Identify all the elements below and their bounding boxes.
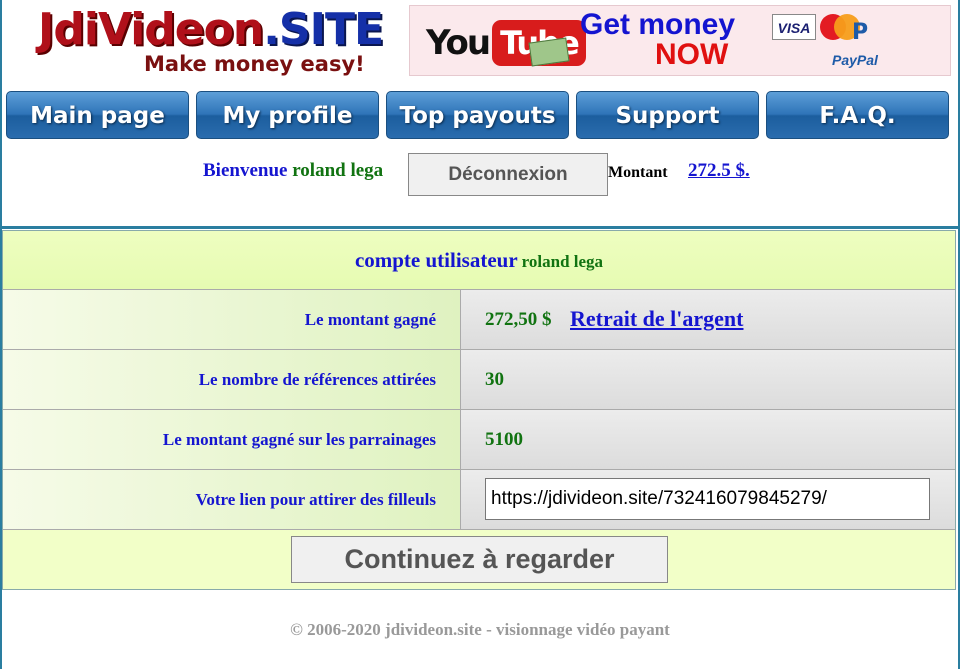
footer-copyright: © 2006-2020 jdivideon.site - visionnage … — [290, 620, 670, 639]
referral-earnings: 5100 — [485, 429, 523, 450]
continue-watching-button[interactable]: Continuez à regarder — [291, 536, 668, 583]
nav-main-page[interactable]: Main page — [6, 91, 189, 139]
site-logo[interactable]: JdiVideon.SITE Make money easy! — [36, 4, 384, 82]
banner-headline: Get money — [580, 8, 736, 41]
table-row: Le montant gagné sur les parrainages 510… — [3, 410, 955, 470]
row-label: Le montant gagné — [3, 290, 461, 349]
logo-title: JdiVideon.SITE — [38, 4, 384, 55]
referrals-count: 30 — [485, 369, 504, 390]
account-header: compte utilisateur roland lega — [3, 231, 955, 290]
row-label: Votre lien pour attirer des filleuls — [3, 470, 461, 529]
welcome-username: roland lega — [292, 160, 384, 181]
row-label: Le nombre de références attirées — [3, 350, 461, 409]
nav-top-payouts[interactable]: Top payouts — [386, 91, 569, 139]
referral-link-field[interactable] — [485, 478, 930, 520]
account-panel: compte utilisateur roland lega Le montan… — [2, 230, 956, 590]
table-row: Le montant gagné 272,50 $ Retrait de l'a… — [3, 290, 955, 350]
logout-button[interactable]: Déconnexion — [408, 153, 608, 196]
row-label: Le montant gagné sur les parrainages — [3, 410, 461, 469]
banner-headline-emphasis: NOW — [655, 38, 729, 71]
nav-support[interactable]: Support — [576, 91, 759, 139]
welcome-text: Bienvenue roland lega — [203, 160, 384, 181]
nav-my-profile[interactable]: My profile — [196, 91, 379, 139]
welcome-bar: Bienvenue roland lega Déconnexion Montan… — [0, 152, 960, 197]
paypal-icon: P — [852, 20, 869, 45]
account-title: compte utilisateur — [354, 248, 518, 272]
visa-icon: VISA — [772, 14, 816, 40]
table-row: Votre lien pour attirer des filleuls — [3, 470, 955, 530]
balance-link[interactable]: 272.5 $. — [688, 160, 750, 182]
withdraw-link[interactable]: Retrait de l'argent — [570, 290, 744, 347]
divider — [0, 226, 960, 229]
earned-amount: 272,50 $ — [485, 309, 552, 330]
account-footer: Continuez à regarder — [3, 530, 955, 589]
balance-label: Montant — [608, 164, 668, 181]
logo-tagline: Make money easy! — [144, 52, 365, 76]
account-username: roland lega — [521, 252, 604, 271]
table-row: Le nombre de références attirées 30 — [3, 350, 955, 410]
ad-banner[interactable]: You Tube Get money NOW VISA P PayPal — [409, 5, 951, 76]
main-nav: Main page My profile Top payouts Support… — [6, 91, 950, 139]
paypal-label: PayPal — [832, 52, 878, 68]
nav-faq[interactable]: F.A.Q. — [766, 91, 949, 139]
